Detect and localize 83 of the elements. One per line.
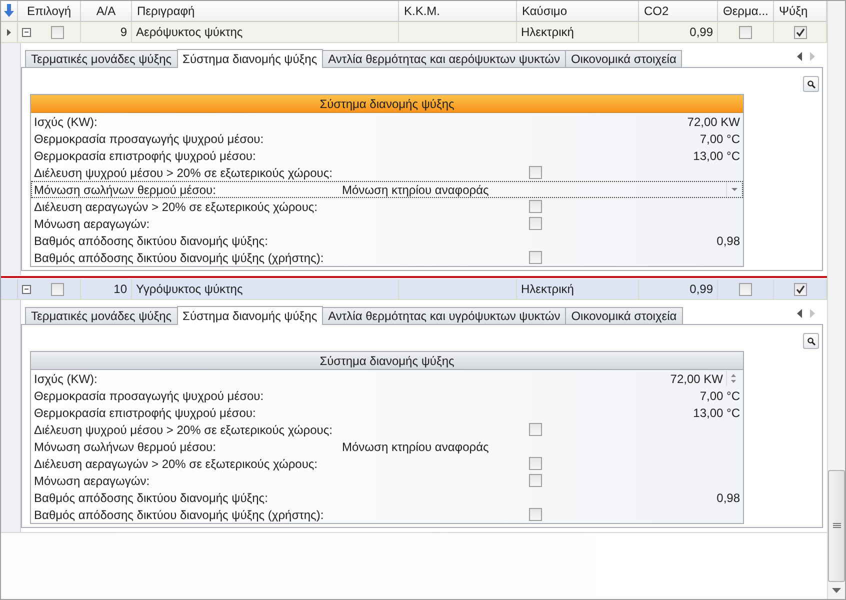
field-label: Διέλευση αεραγωγών > 20% σε εξωτερικούς χώρους: xyxy=(33,456,318,470)
checkbox[interactable] xyxy=(529,457,542,470)
field-label: Διέλευση αεραγωγών > 20% σε εξωτερικούς χώρους: xyxy=(33,200,318,214)
down-arrow-icon[interactable] xyxy=(4,4,14,18)
table-cell: Αερόψυκτος ψύκτης xyxy=(136,25,243,39)
column-header[interactable]: Κ.Κ.Μ. xyxy=(399,1,517,21)
column-header[interactable]: CO2 xyxy=(639,1,718,21)
tab[interactable]: Αντλία θερμότητας και υγρόψυκτων ψυκτών xyxy=(322,307,566,324)
grid-row[interactable]: 9 Αερόψυκτος ψύκτης Ηλεκτρική 0,99 xyxy=(1,22,827,43)
checkbox[interactable] xyxy=(794,282,806,296)
field-label: Θερμοκρασία επιστροφής ψυχρού μέσου: xyxy=(33,406,257,420)
field-label: Μόνωση σωλήνων θερμού μέσου: xyxy=(33,440,217,454)
table-cell: 10 xyxy=(114,282,127,296)
field-label: Βαθμός απόδοσης δικτύου διανομής ψύξης (χρήστης): xyxy=(33,250,325,264)
tab[interactable]: Σύστημα διανομής ψύξης xyxy=(176,49,324,68)
field-value: 0,98 xyxy=(716,490,740,504)
field-label: Μόνωση σωλήνων θερμού μέσου: xyxy=(33,182,217,196)
checkbox[interactable] xyxy=(739,282,752,296)
scrollbar-thumb[interactable] xyxy=(828,470,845,582)
collapse-icon[interactable] xyxy=(22,284,30,294)
column-header[interactable]: Επιλογή xyxy=(18,1,81,21)
tab[interactable]: Τερματικές μονάδες ψύξης xyxy=(25,50,178,67)
checkbox[interactable] xyxy=(529,166,542,179)
checkbox[interactable] xyxy=(529,423,542,436)
field-value: 7,00 °C xyxy=(700,388,740,402)
grip-icon xyxy=(832,523,840,529)
scroll-right-icon[interactable] xyxy=(810,52,815,60)
group-header: Σύστημα διανομής ψύξης xyxy=(31,95,743,113)
field-label: Βαθμός απόδοσης δικτύου διανομής ψύξης (χρήστης): xyxy=(33,508,325,522)
tab[interactable]: Τερματικές μονάδες ψύξης xyxy=(25,307,178,324)
field-label: Διέλευση ψυχρού μέσου > 20% σε εξωτερικούς χώρους: xyxy=(33,422,333,436)
table-cell: 0,99 xyxy=(690,25,713,39)
field-value: 72,00 KW xyxy=(687,114,740,128)
field-label: Βαθμός απόδοσης δικτύου διανομής ψύξης: xyxy=(33,490,269,504)
collapse-icon[interactable] xyxy=(22,28,30,36)
checkbox[interactable] xyxy=(739,26,752,38)
checkbox[interactable] xyxy=(529,200,542,213)
checkbox[interactable] xyxy=(529,251,542,264)
field-value: 13,00 °C xyxy=(693,148,740,162)
field-value: 7,00 °C xyxy=(700,132,740,146)
field-label: Θερμοκρασία προσαγωγής ψυχρού μέσου: xyxy=(33,132,265,146)
column-header[interactable]: Καύσιμο xyxy=(517,1,639,21)
grid-row[interactable]: 10 Υγρόψυκτος ψύκτης Ηλεκτρική 0,99 xyxy=(1,279,827,300)
column-header[interactable]: Θερμα... xyxy=(718,1,774,21)
search-icon xyxy=(806,336,816,346)
checkbox[interactable] xyxy=(794,26,806,38)
field-label: Ισχύς (KW): xyxy=(33,372,98,386)
column-header[interactable]: Περιγραφή xyxy=(132,1,399,21)
scroll-down-icon[interactable] xyxy=(832,588,841,593)
search-button[interactable] xyxy=(803,333,819,349)
checkbox[interactable] xyxy=(529,508,542,521)
tab[interactable]: Οικονομικά στοιχεία xyxy=(565,307,683,324)
tab[interactable]: Οικονομικά στοιχεία xyxy=(564,50,682,67)
field-label: Θερμοκρασία επιστροφής ψυχρού μέσου: xyxy=(33,148,257,162)
search-icon xyxy=(806,80,816,88)
field-value: Μόνωση κτηρίου αναφοράς xyxy=(342,440,489,454)
scroll-right-icon[interactable] xyxy=(810,308,815,318)
field-label: Μόνωση αεραγωγών: xyxy=(33,216,151,230)
field-label: Μόνωση αεραγωγών: xyxy=(33,474,151,488)
group-header: Σύστημα διανομής ψύξης xyxy=(31,352,743,370)
field-value: 13,00 °C xyxy=(693,406,740,420)
dropdown-value[interactable]: Μόνωση κτηρίου αναφοράς xyxy=(333,182,726,196)
field-label: Ισχύς (KW): xyxy=(33,114,98,128)
scroll-left-icon[interactable] xyxy=(797,52,802,60)
tab[interactable]: Σύστημα διανομής ψύξης xyxy=(176,306,324,325)
table-cell: Ηλεκτρική xyxy=(521,25,574,39)
tab[interactable]: Αντλία θερμότητας και αερόψυκτων ψυκτών xyxy=(322,50,566,67)
field-label: Βαθμός απόδοσης δικτύου διανομής ψύξης: xyxy=(33,234,269,248)
spin-field-value[interactable]: 72,00 KW xyxy=(670,372,723,386)
field-label: Θερμοκρασία προσαγωγής ψυχρού μέσου: xyxy=(33,388,265,402)
scroll-left-icon[interactable] xyxy=(797,308,802,318)
checkbox[interactable] xyxy=(50,282,64,296)
table-cell: Υγρόψυκτος ψύκτης xyxy=(136,282,243,296)
field-value: 0,98 xyxy=(716,234,740,248)
checkbox[interactable] xyxy=(529,217,542,230)
field-label: Διέλευση ψυχρού μέσου > 20% σε εξωτερικούς χώρους: xyxy=(33,166,333,180)
search-button[interactable] xyxy=(803,76,819,92)
checkbox[interactable] xyxy=(529,474,542,487)
table-cell: 0,99 xyxy=(690,282,713,296)
checkbox[interactable] xyxy=(50,26,64,38)
column-header[interactable]: Α/Α xyxy=(81,1,132,21)
table-cell: 9 xyxy=(120,25,127,39)
table-cell: Ηλεκτρική xyxy=(521,282,574,296)
